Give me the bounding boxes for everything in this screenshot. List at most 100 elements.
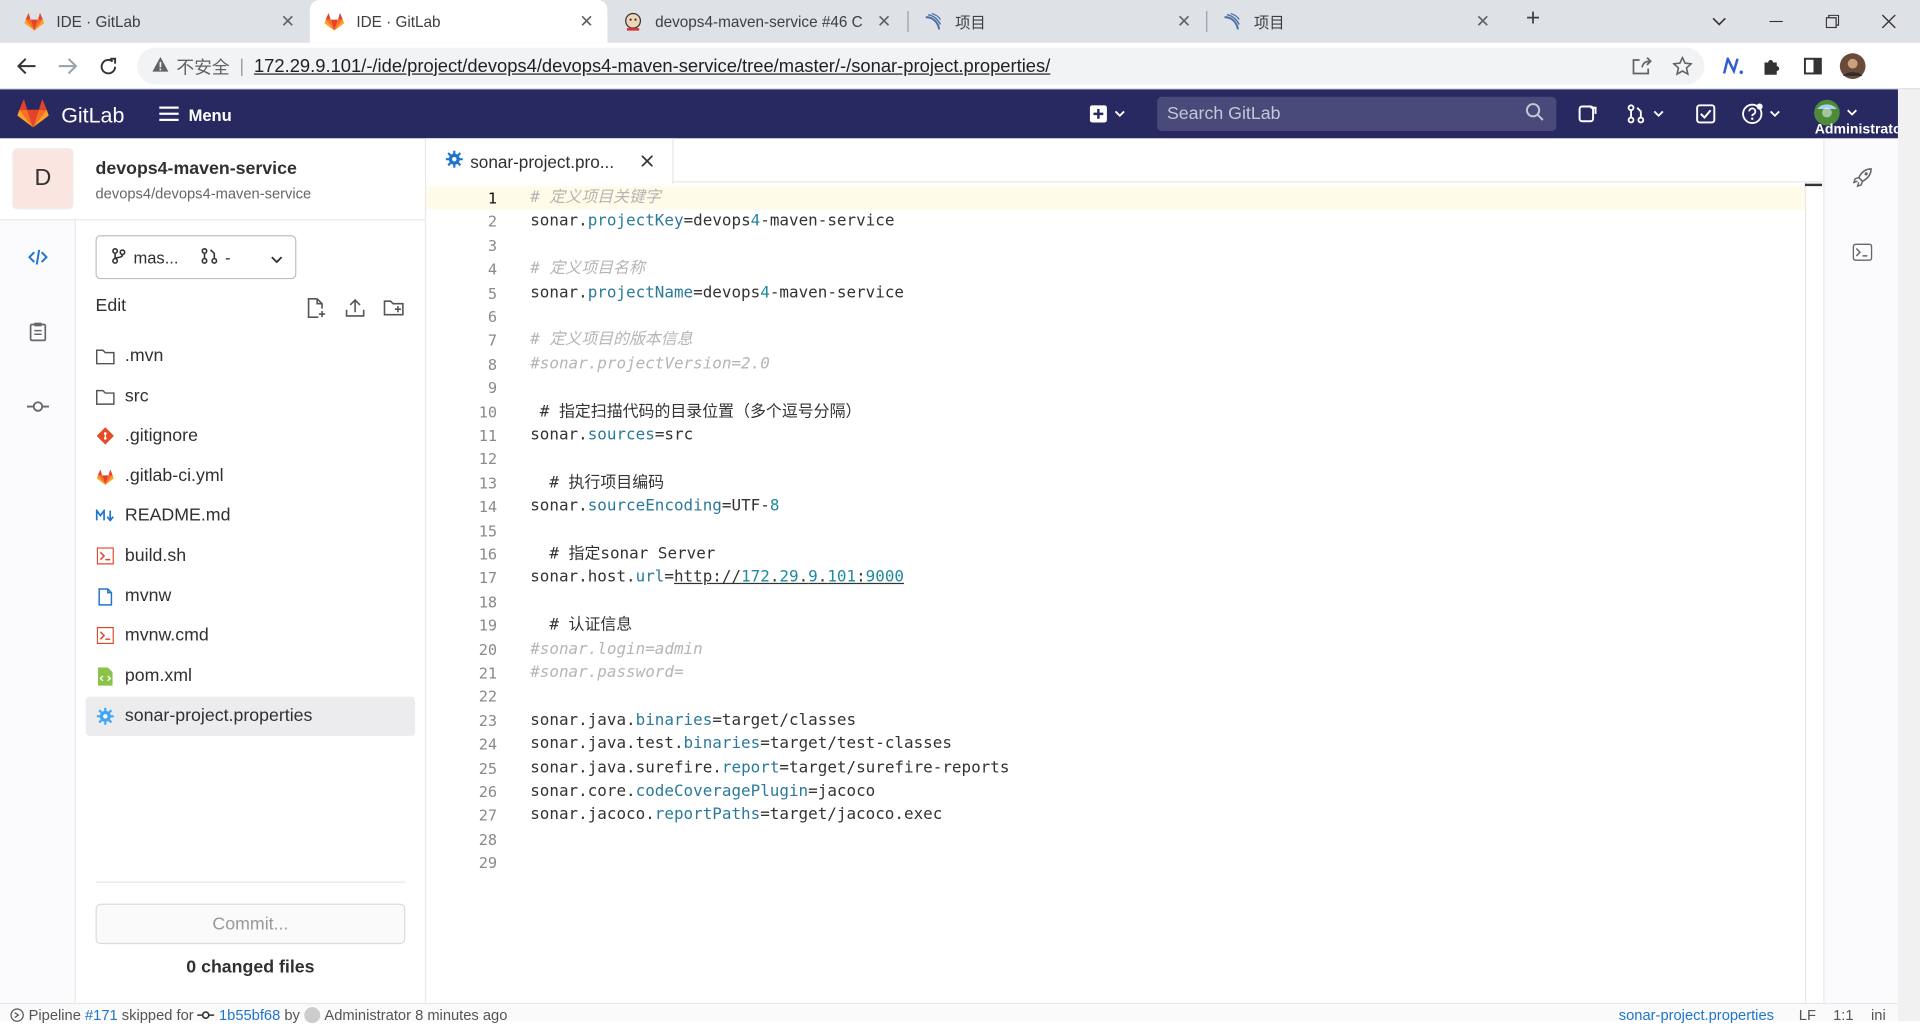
menu-button[interactable]: Menu (159, 103, 232, 127)
line-number: 1 (487, 188, 498, 207)
new-file-icon[interactable] (301, 294, 330, 321)
terminal-icon[interactable] (1825, 228, 1900, 277)
edit-mode-code-icon[interactable] (0, 233, 76, 282)
minimize-icon[interactable] (1747, 0, 1803, 43)
restore-icon[interactable] (1804, 0, 1860, 43)
code-line[interactable]: 26 sonar.core.codeCoveragePlugin=jacoco (426, 780, 1805, 804)
side-panel-icon[interactable] (1799, 53, 1826, 80)
browser-tab[interactable]: IDE · GitLab ✕ (0, 0, 309, 43)
divider (95, 881, 406, 883)
code-line[interactable]: 12 (426, 447, 1805, 471)
commit-sha-link[interactable]: 1b55bf68 (219, 1007, 280, 1024)
commit-icon[interactable] (0, 382, 76, 431)
code-line[interactable]: 6 (426, 305, 1805, 329)
upload-icon[interactable] (340, 294, 369, 321)
reload-icon[interactable] (92, 50, 124, 82)
commit-icon (197, 1007, 219, 1024)
todos-icon[interactable] (1696, 100, 1716, 127)
code-line[interactable]: 17 sonar.host.url=http://172.29.9.101:900… (426, 566, 1805, 590)
forward-arrow-icon[interactable] (51, 50, 83, 82)
code-line[interactable]: 13 # 执行项目编码 (426, 471, 1805, 495)
url-text[interactable]: 172.29.9.101/-/ide/project/devops4/devop… (254, 56, 1050, 77)
code-line[interactable]: 5 sonar.projectName=devops4-maven-service (426, 281, 1805, 305)
browser-tab-active[interactable]: IDE · GitLab ✕ (309, 0, 608, 43)
file-row-mvnw-cmd[interactable]: mvnw.cmd (86, 616, 415, 655)
bookmark-star-icon[interactable] (1669, 53, 1696, 80)
merge-requests-icon[interactable] (1626, 100, 1664, 127)
review-clipboard-icon[interactable] (0, 307, 76, 356)
code-line[interactable]: 3 (426, 234, 1805, 258)
close-icon[interactable]: ✕ (1472, 11, 1494, 32)
code-line[interactable]: 18 (426, 590, 1805, 614)
file-row-mvnw[interactable]: mvnw (86, 577, 415, 616)
code-line[interactable]: 21 #sonar.password= (426, 661, 1805, 685)
code-line[interactable]: 23 sonar.java.binaries=target/classes (426, 709, 1805, 733)
code-line[interactable]: 7 # 定义项目的版本信息 (426, 329, 1805, 353)
browser-tab-title: devops4-maven-service #46 C (655, 12, 863, 31)
new-tab-button[interactable]: + (1518, 5, 1547, 37)
close-icon[interactable] (641, 152, 654, 170)
code-line[interactable]: 20 #sonar.login=admin (426, 637, 1805, 661)
window-close-icon[interactable] (1860, 0, 1916, 43)
profile-avatar-icon[interactable] (1839, 53, 1866, 80)
editor-tab-sonar-project[interactable]: sonar-project.pro... (426, 138, 674, 184)
address-bar[interactable]: 不安全 | 172.29.9.101/-/ide/project/devops4… (137, 47, 1705, 85)
code-line[interactable]: 9 (426, 376, 1805, 400)
file-row-gitlab-ci[interactable]: .gitlab-ci.yml (86, 457, 415, 496)
code-line[interactable]: 4 # 定义项目名称 (426, 257, 1805, 281)
code-line[interactable]: 27 sonar.jacoco.reportPaths=target/jacoco… (426, 804, 1805, 828)
extensions-puzzle-icon[interactable] (1758, 53, 1785, 80)
code-line[interactable]: 25 sonar.java.surefire.report=target/sure… (426, 756, 1805, 780)
file-row-mvn[interactable]: .mvn (86, 337, 415, 376)
create-new-dropdown[interactable] (1089, 100, 1126, 127)
project-name[interactable]: devops4-maven-service (96, 159, 297, 179)
share-icon[interactable] (1629, 53, 1656, 80)
new-folder-icon[interactable] (380, 294, 409, 321)
code-line[interactable]: 28 (426, 828, 1805, 852)
file-row-gitignore[interactable]: .gitignore (86, 416, 415, 455)
file-row-src[interactable]: src (86, 377, 415, 416)
page-scrollbar[interactable] (1897, 89, 1920, 1022)
close-icon[interactable]: ✕ (1173, 11, 1195, 32)
close-icon[interactable]: ✕ (576, 11, 598, 32)
code-line[interactable]: 11 sonar.sources=src (426, 424, 1805, 448)
code-line[interactable]: 22 (426, 685, 1805, 709)
file-row-build-sh[interactable]: build.sh (86, 536, 415, 575)
line-text: # 指定扫描代码的目录位置（多个逗号分隔） (530, 402, 862, 421)
code-line[interactable]: 16 # 指定sonar Server (426, 542, 1805, 566)
gitlab-home-link[interactable]: GitLab (17, 98, 124, 134)
code-line[interactable]: 8 #sonar.projectVersion=2.0 (426, 352, 1805, 376)
file-row-readme[interactable]: README.md (86, 496, 415, 535)
code-line[interactable]: 14 sonar.sourceEncoding=UTF-8 (426, 495, 1805, 519)
project-path[interactable]: devops4/devops4-maven-service (96, 185, 312, 202)
close-icon[interactable]: ✕ (873, 11, 895, 32)
editor-scrollbar[interactable] (1804, 182, 1807, 1003)
pipelines-rocket-icon[interactable] (1825, 153, 1900, 202)
file-row-sonar-project[interactable]: sonar-project.properties (85, 696, 416, 736)
back-arrow-icon[interactable] (11, 50, 43, 82)
code-line[interactable]: 2 sonar.projectKey=devops4-maven-service (426, 210, 1805, 234)
file-row-pom-xml[interactable]: pom.xml (86, 656, 415, 695)
close-icon[interactable]: ✕ (277, 11, 299, 32)
current-file-link[interactable]: sonar-project.properties (1619, 1007, 1774, 1024)
code-line[interactable]: 19 # 认证信息 (426, 614, 1805, 638)
tab-search-chevron-icon[interactable] (1691, 0, 1747, 43)
branch-selector[interactable]: mas... - (95, 235, 297, 280)
browser-tab[interactable]: 项目 ✕ (1207, 0, 1503, 43)
search-input[interactable]: Search GitLab (1157, 96, 1557, 132)
project-avatar[interactable]: D (12, 148, 74, 210)
extension-n-icon[interactable] (1719, 53, 1746, 80)
issues-icon[interactable] (1578, 100, 1598, 127)
code-line[interactable]: 10 # 指定扫描代码的目录位置（多个逗号分隔） (426, 400, 1805, 424)
browser-tab[interactable]: devops4-maven-service #46 C ✕ (609, 0, 905, 43)
browser-tab[interactable]: 项目 ✕ (909, 0, 1205, 43)
code-line[interactable]: 1 # 定义项目关键字 (426, 186, 1805, 210)
code-line[interactable]: 24 sonar.java.test.binaries=target/test-c… (426, 732, 1805, 756)
commit-button[interactable]: Commit... (95, 903, 406, 945)
help-icon[interactable] (1741, 100, 1780, 127)
line-number: 25 (478, 758, 498, 778)
author-name: Administrator (324, 1006, 411, 1024)
code-line[interactable]: 29 (426, 851, 1805, 875)
pipeline-link[interactable]: #171 (85, 1007, 118, 1024)
code-line[interactable]: 15 (426, 519, 1805, 543)
